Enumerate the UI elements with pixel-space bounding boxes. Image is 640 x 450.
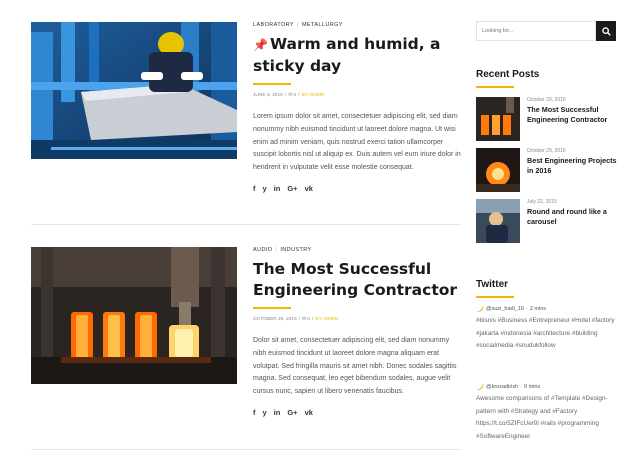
category-link[interactable]: LABORATORY xyxy=(253,22,294,28)
post-thumbnail[interactable] xyxy=(31,247,237,384)
post-author[interactable]: BY ADMIN xyxy=(302,93,325,98)
title-underline xyxy=(253,307,291,309)
twitter-icon[interactable]: y xyxy=(263,184,267,193)
post-body: LABORATORY / METALLURGY 📌 Warm and humid, a… xyxy=(253,20,463,194)
post-meta: JUNE 9, 2015/✉ 0/BY ADMIN xyxy=(253,92,463,100)
pin-icon: 📌 xyxy=(253,38,268,52)
recent-post-thumbnail[interactable] xyxy=(476,148,520,192)
search-button[interactable] xyxy=(596,21,616,41)
tweet-text: #bisnis #Business #Entrepreneur #Hotel #… xyxy=(476,317,615,350)
post-title[interactable]: 📌 Warm and humid, a sticky day xyxy=(253,34,463,77)
post-excerpt: Lorem ipsum dolor sit amet, consectetuer… xyxy=(253,113,461,172)
meta-separator: / xyxy=(298,317,300,322)
tweet-time[interactable]: 2 mins xyxy=(530,303,546,315)
post-title-text[interactable]: The Most Successful Engineering Contract… xyxy=(253,260,457,299)
recent-post-date: July 22, 2015 xyxy=(527,199,557,205)
recent-post-title[interactable]: Best Engineering Projects in 2016 xyxy=(527,156,619,175)
search-form xyxy=(476,21,616,41)
google-plus-icon[interactable]: G+ xyxy=(287,408,297,417)
post-title[interactable]: The Most Successful Engineering Contract… xyxy=(253,259,463,301)
category-separator: / xyxy=(275,247,278,253)
recent-post-date: October 29, 2016 xyxy=(527,97,566,103)
tweet-header: @krozadirish · 9 mins xyxy=(476,381,616,393)
post-excerpt: Dolor sit amet, consectetuer adipiscing … xyxy=(253,337,457,396)
meta-separator: / xyxy=(312,317,314,322)
comment-count[interactable]: 0 xyxy=(294,93,297,98)
recent-post-thumbnail[interactable] xyxy=(476,97,520,141)
comment-icon: ✉ xyxy=(288,93,293,98)
post-body: AUDIO / INDUSTRY The Most Successful Engin… xyxy=(253,245,463,418)
tweet-handle[interactable]: @krozadirish xyxy=(486,381,518,393)
recent-post-item[interactable]: October 29, 2016 The Most Successful Eng… xyxy=(476,97,616,143)
twitter-bird-icon xyxy=(476,306,484,312)
tweet-text: Awesome comparisons of #Template #Design… xyxy=(476,395,608,440)
twitter-bird-icon xyxy=(476,384,484,390)
share-links: f y in G+ vk xyxy=(253,408,463,418)
tweet-header: @suzi_hadi_16 · 2 mins xyxy=(476,303,616,315)
comment-count[interactable]: 0 xyxy=(307,317,310,322)
recent-post-title[interactable]: Round and round like a carousel xyxy=(527,207,619,226)
category-link[interactable]: INDUSTRY xyxy=(280,247,311,253)
recent-post-date: October 29, 2016 xyxy=(527,148,566,154)
post-categories: AUDIO / INDUSTRY xyxy=(253,245,463,255)
post-title-text[interactable]: Warm and humid, a sticky day xyxy=(253,35,441,75)
tweet-item: @suzi_hadi_16 · 2 mins #bisnis #Business… xyxy=(476,303,616,353)
recent-posts-heading: Recent Posts xyxy=(476,69,540,80)
google-plus-icon[interactable]: G+ xyxy=(287,184,297,193)
post-thumbnail[interactable] xyxy=(31,22,237,159)
tweet-time[interactable]: 9 mins xyxy=(524,381,540,393)
meta-separator: / xyxy=(298,93,300,98)
tweet-separator: · xyxy=(520,384,523,390)
heading-underline xyxy=(476,296,514,298)
twitter-icon[interactable]: y xyxy=(263,408,267,417)
tweet-item: @krozadirish · 9 mins Awesome comparison… xyxy=(476,381,616,443)
recent-post-item[interactable]: October 29, 2016 Best Engineering Projec… xyxy=(476,148,616,194)
title-underline xyxy=(253,83,291,85)
category-separator: / xyxy=(297,22,299,28)
recent-post-title[interactable]: The Most Successful Engineering Contract… xyxy=(527,105,619,124)
linkedin-icon[interactable]: in xyxy=(274,184,281,193)
vk-icon[interactable]: vk xyxy=(305,184,313,193)
twitter-heading: Twitter xyxy=(476,279,509,290)
post-categories: LABORATORY / METALLURGY xyxy=(253,20,463,30)
vk-icon[interactable]: vk xyxy=(305,408,313,417)
recent-post-item[interactable]: July 22, 2015 Round and round like a car… xyxy=(476,199,616,245)
facebook-icon[interactable]: f xyxy=(253,184,256,193)
linkedin-icon[interactable]: in xyxy=(274,408,281,417)
category-link[interactable]: AUDIO xyxy=(253,247,272,253)
facebook-icon[interactable]: f xyxy=(253,408,256,417)
post-meta: OCTOBER 29, 2016/✉ 0/BY ADMIN xyxy=(253,316,463,324)
share-links: f y in G+ vk xyxy=(253,184,463,194)
post-date[interactable]: OCTOBER 29, 2016 xyxy=(253,317,297,322)
tweet-separator: · xyxy=(526,306,528,312)
post-date[interactable]: JUNE 9, 2015 xyxy=(253,93,283,98)
search-input[interactable] xyxy=(476,21,596,41)
meta-separator: / xyxy=(284,93,287,98)
tweet-handle[interactable]: @suzi_hadi_16 xyxy=(486,303,524,315)
post-author[interactable]: BY ADMIN xyxy=(315,317,338,322)
search-icon xyxy=(601,26,611,36)
recent-post-thumbnail[interactable] xyxy=(476,199,520,243)
heading-underline xyxy=(476,86,514,88)
category-link[interactable]: METALLURGY xyxy=(302,22,343,28)
comment-icon: ✉ xyxy=(301,317,307,322)
post-divider xyxy=(31,224,461,225)
